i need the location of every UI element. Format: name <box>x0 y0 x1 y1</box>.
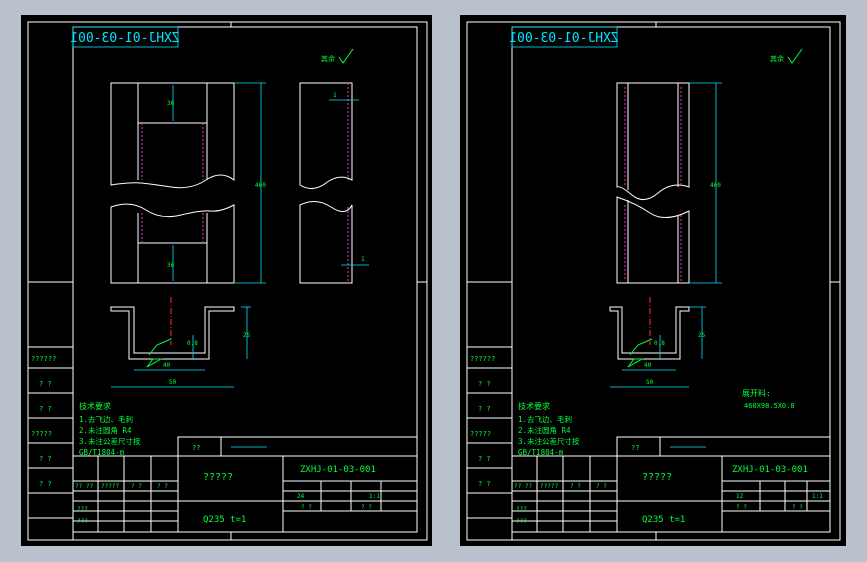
part-name: ????? <box>203 472 233 483</box>
page-total: ? ? <box>736 504 747 511</box>
material: Q235 t=1 <box>203 515 246 525</box>
rev-table-cell: ????? <box>101 483 119 490</box>
outer-border <box>466 21 841 541</box>
title-label: ?? <box>192 444 200 452</box>
drawing-number: ZXHJ-01-03-001 <box>300 465 376 475</box>
tech-line-1: 1.去飞边、毛刺 <box>79 414 133 424</box>
roughness-label: 其余 <box>321 54 335 63</box>
outer-border <box>27 21 428 541</box>
dim-bottom-width: 36 <box>167 262 175 269</box>
rev-label: ??? <box>516 506 527 513</box>
tech-title: 技术要求 <box>79 401 111 411</box>
scale: 1:1 <box>369 493 380 500</box>
tech-line-3: 3.未注公差尺寸按 <box>79 436 141 446</box>
left-drawing: ZXHJ-01-03-001 其余 36 36 460 1 1 25 0.8 4… <box>27 21 428 541</box>
dim-section-h2: 0.8 <box>187 340 198 347</box>
tech-line-2: 2.未注圆角 R4 <box>79 425 132 435</box>
rev-table-cell: ????? <box>540 483 558 490</box>
rev-table-cell: ?? ?? <box>75 483 93 490</box>
left-drawing-sheet[interactable]: ZXHJ-01-03-001 其余 36 36 460 1 1 25 0.8 4… <box>21 15 432 546</box>
rev-table-cell: ? ? <box>131 483 142 490</box>
blank-label: 展开料: <box>742 388 771 398</box>
front-view-upper <box>110 82 235 189</box>
rev-label: ? ? <box>39 480 52 488</box>
page-number: ? ? <box>792 504 803 511</box>
dim-section-h2: 0.8 <box>654 340 665 347</box>
blank-size: 460X98.5X0.8 <box>744 402 795 410</box>
cad-viewport: ZXHJ-01-03-001 其余 36 36 460 1 1 25 0.8 4… <box>0 0 867 562</box>
title-label: ?? <box>631 444 639 452</box>
page-number: ? ? <box>361 504 372 511</box>
rev-table-cell: ? ? <box>570 483 581 490</box>
section-view <box>110 306 235 360</box>
rev-label: ? ? <box>478 405 491 413</box>
roughness-symbol-icon <box>787 48 803 64</box>
part-name: ????? <box>642 472 672 483</box>
dim-section-inner: 40 <box>644 362 652 369</box>
tech-line-3: 3.未注公差尺寸按 <box>518 436 580 446</box>
rev-label: ? ? <box>478 455 491 463</box>
tech-line-2: 2.未注圆角 R4 <box>518 425 571 435</box>
right-drawing-sheet[interactable]: ZXHJ-01-03-001 其余 460 25 0.8 40 50 展开料: … <box>460 15 846 546</box>
roughness-label: 其余 <box>770 54 784 63</box>
rev-label: ? ? <box>478 480 491 488</box>
page-total: ? ? <box>301 504 312 511</box>
dim-side-top: 1 <box>333 92 337 99</box>
dim-section-height: 25 <box>243 332 251 339</box>
rev-label: ? ? <box>478 380 491 388</box>
mirrored-code: ZXHJ-01-03-001 <box>509 31 619 46</box>
rev-label: ? ? <box>39 380 52 388</box>
rev-label: ????? <box>31 430 52 438</box>
dim-section-width: 50 <box>646 379 654 386</box>
dim-section-height: 25 <box>698 332 706 339</box>
rev-table-cell: ? ? <box>157 483 168 490</box>
rev-table-cell: ?? ?? <box>514 483 532 490</box>
weld-symbol-icon <box>627 358 644 368</box>
scale: 1:1 <box>812 493 823 500</box>
rev-table-cell: ? ? <box>596 483 607 490</box>
dim-length: 460 <box>255 182 266 189</box>
rev-label: ?????? <box>470 355 495 363</box>
tech-line-1: 1.去飞边、毛刺 <box>518 414 572 424</box>
mirrored-code: ZXHJ-01-03-001 <box>70 31 180 46</box>
rev-label: ? ? <box>39 405 52 413</box>
dim-section-inner: 40 <box>163 362 171 369</box>
side-view-lower <box>299 201 353 284</box>
dim-section-width: 50 <box>169 379 177 386</box>
right-drawing: ZXHJ-01-03-001 其余 460 25 0.8 40 50 展开料: … <box>466 21 841 541</box>
dim-length: 460 <box>710 182 721 189</box>
title-block-top <box>177 436 418 457</box>
quantity: 12 <box>736 493 744 500</box>
weld-symbol-icon <box>146 358 163 368</box>
title-block-top <box>616 436 831 457</box>
side-view-upper <box>299 82 353 189</box>
roughness-symbol-icon <box>338 48 354 64</box>
rev-label: ??? <box>77 506 88 513</box>
dim-side-bottom: 1 <box>361 256 365 263</box>
material: Q235 t=1 <box>642 515 685 525</box>
dim-top-width: 36 <box>167 100 175 107</box>
drawing-number: ZXHJ-01-03-001 <box>732 465 808 475</box>
rev-label: ?????? <box>31 355 56 363</box>
rev-label: ? ? <box>39 455 52 463</box>
front-view-lower <box>110 203 235 284</box>
rev-label: ????? <box>470 430 491 438</box>
tech-title: 技术要求 <box>518 401 550 411</box>
quantity: 24 <box>297 493 305 500</box>
